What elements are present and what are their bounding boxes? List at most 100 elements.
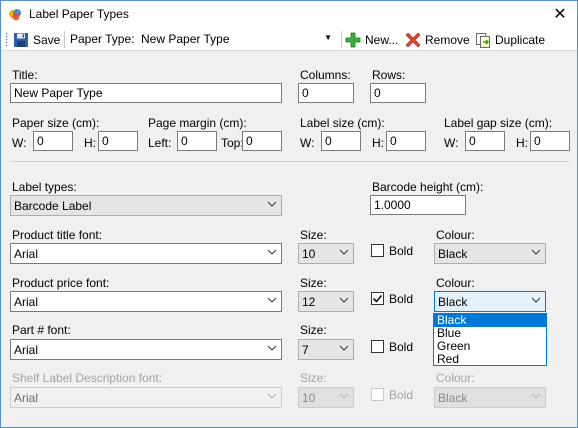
paper-type-combo[interactable]: New Paper Type ▼ — [137, 30, 337, 49]
label-types-label: Label types: — [12, 180, 77, 194]
product-title-font-value: Arial — [14, 247, 39, 261]
product-title-font-combo[interactable]: Arial — [10, 243, 282, 264]
gap-w-label: W: — [444, 136, 459, 150]
margin-top-input[interactable]: 0 — [242, 131, 282, 151]
save-label: Save — [33, 32, 61, 47]
product-title-colour-combo[interactable]: Black — [434, 243, 546, 264]
remove-button[interactable]: Remove — [405, 30, 470, 49]
save-button[interactable]: Save — [13, 30, 60, 49]
chevron-down-icon — [339, 393, 349, 399]
chevron-down-icon — [267, 345, 277, 351]
product-price-bold-label: Bold — [389, 292, 414, 306]
checkmark-icon — [372, 294, 383, 303]
toolbar-separator — [64, 31, 65, 48]
gap-height-input[interactable]: 0 — [530, 131, 570, 151]
label-types-value: Barcode Label — [14, 199, 92, 213]
label-h-label: H: — [372, 136, 384, 150]
colour-option-red[interactable]: Red — [434, 353, 546, 366]
new-label: New... — [365, 32, 399, 47]
barcode-height-input[interactable]: 1.0000 — [370, 195, 466, 215]
product-price-size-label: Size: — [300, 276, 327, 290]
barcode-height-label: Barcode height (cm): — [372, 180, 484, 194]
close-button[interactable]: ✕ — [543, 1, 577, 28]
toolbar-grip-icon[interactable] — [5, 32, 8, 47]
shelf-description-bold-label: Bold — [389, 388, 414, 402]
paper-type-label: Paper Type: — [70, 32, 135, 46]
colour-dropdown-list: Black Blue Green Red — [433, 313, 547, 366]
duplicate-label: Duplicate — [495, 32, 546, 47]
paper-height-input[interactable]: 0 — [98, 131, 138, 151]
product-title-size-label: Size: — [300, 228, 327, 242]
part-number-bold-label: Bold — [389, 340, 414, 354]
product-price-colour-combo[interactable]: Black — [434, 291, 546, 312]
floppy-disk-icon — [14, 32, 28, 47]
paper-h-label: H: — [84, 136, 96, 150]
chevron-down-icon — [267, 297, 277, 303]
columns-label: Columns: — [300, 68, 351, 82]
product-price-colour-value: Black — [438, 295, 468, 309]
gap-h-label: H: — [516, 136, 528, 150]
chevron-down-icon — [267, 249, 277, 255]
title-bar: Label Paper Types ✕ — [1, 1, 577, 28]
paper-w-label: W: — [12, 136, 27, 150]
label-gap-label: Label gap size (cm): — [444, 116, 553, 130]
chevron-down-icon — [267, 201, 277, 207]
app-icon — [9, 9, 21, 21]
product-title-size-combo[interactable]: 10 — [298, 243, 354, 264]
label-height-input[interactable]: 0 — [386, 131, 426, 151]
margin-left-input[interactable]: 0 — [177, 131, 217, 151]
chevron-down-icon — [531, 297, 541, 303]
shelf-description-size-label: Size: — [300, 371, 327, 385]
product-title-font-label: Product title font: — [12, 228, 103, 242]
part-number-size-combo[interactable]: 7 — [298, 339, 354, 360]
label-width-input[interactable]: 0 — [321, 131, 361, 151]
product-price-colour-label: Colour: — [436, 276, 475, 290]
title-input[interactable]: New Paper Type — [10, 83, 282, 103]
label-paper-types-window: Label Paper Types ✕ Save Paper Type: New… — [0, 0, 578, 428]
gap-width-input[interactable]: 0 — [465, 131, 505, 151]
shelf-description-size-combo: 10 — [298, 387, 354, 408]
rows-input[interactable]: 0 — [370, 83, 426, 103]
columns-input[interactable]: 0 — [298, 83, 354, 103]
shelf-description-font-value: Arial — [14, 391, 39, 405]
rows-label: Rows: — [372, 68, 406, 82]
new-button[interactable]: New... — [345, 30, 398, 49]
product-price-font-combo[interactable]: Arial — [10, 291, 282, 312]
close-icon: ✕ — [553, 6, 567, 23]
part-number-bold-checkbox[interactable] — [371, 340, 384, 353]
shelf-description-font-label: Shelf Label Description font: — [12, 371, 163, 385]
product-price-font-label: Product price font: — [12, 276, 110, 290]
label-size-label: Label size (cm): — [300, 116, 385, 130]
part-number-size-label: Size: — [300, 323, 327, 337]
paper-type-value: New Paper Type — [141, 32, 230, 46]
paper-width-input[interactable]: 0 — [33, 131, 73, 151]
label-types-combo[interactable]: Barcode Label — [10, 195, 282, 216]
title-label: Title: — [12, 68, 38, 82]
remove-label: Remove — [425, 32, 470, 47]
product-price-bold-checkbox[interactable] — [371, 292, 384, 305]
toolbar-separator — [341, 31, 342, 48]
part-number-font-combo[interactable]: Arial — [10, 339, 282, 360]
label-w-label: W: — [300, 136, 315, 150]
paper-size-label: Paper size (cm): — [12, 116, 100, 130]
margin-left-label: Left: — [148, 136, 172, 150]
product-title-colour-value: Black — [438, 247, 468, 261]
chevron-down-icon — [267, 393, 277, 399]
product-title-bold-label: Bold — [389, 244, 414, 258]
part-number-font-label: Part # font: — [12, 323, 71, 337]
product-title-bold-checkbox[interactable] — [371, 244, 384, 257]
toolbar: Save Paper Type: New Paper Type ▼ New...… — [1, 28, 577, 51]
chevron-down-icon — [339, 345, 349, 351]
chevron-down-icon — [339, 297, 349, 303]
product-price-size-combo[interactable]: 12 — [298, 291, 354, 312]
window-title: Label Paper Types — [29, 7, 129, 21]
remove-x-icon — [405, 32, 421, 47]
shelf-description-colour-value: Black — [438, 391, 468, 405]
shelf-description-bold-checkbox — [371, 388, 384, 401]
duplicate-button[interactable]: Duplicate — [475, 30, 545, 49]
form-content: Title: New Paper Type Columns: 0 Rows: 0… — [1, 51, 577, 427]
plus-icon — [345, 32, 361, 47]
chevron-down-icon — [339, 249, 349, 255]
page-margin-label: Page margin (cm): — [148, 116, 247, 130]
product-title-colour-label: Colour: — [436, 228, 475, 242]
